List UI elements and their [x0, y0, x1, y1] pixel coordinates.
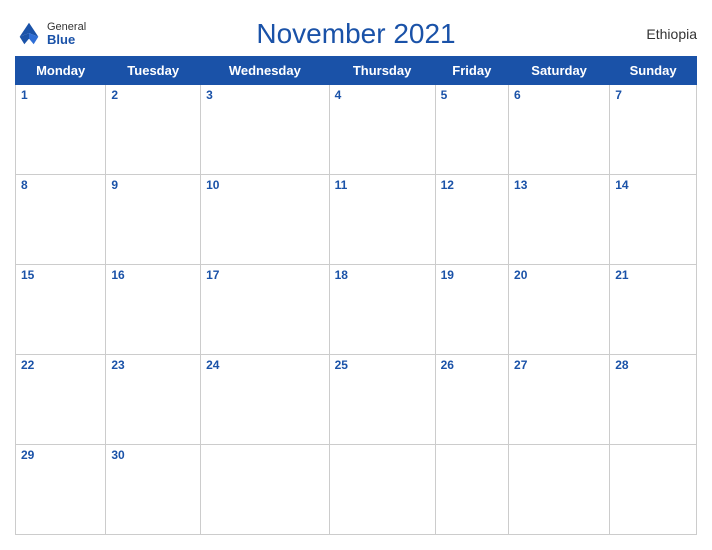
calendar-cell: 23: [106, 355, 201, 445]
day-number: 21: [615, 268, 628, 282]
day-number: 17: [206, 268, 219, 282]
calendar-header: General Blue November 2021 Ethiopia: [15, 10, 697, 56]
month-title: November 2021: [256, 18, 455, 50]
table-row: 8 9 10 11 12 13 14: [16, 175, 697, 265]
calendar-cell: 5: [435, 85, 508, 175]
calendar-cell: 18: [329, 265, 435, 355]
day-number: 25: [335, 358, 348, 372]
day-number: 19: [441, 268, 454, 282]
day-number: 7: [615, 88, 622, 102]
calendar-cell: 25: [329, 355, 435, 445]
day-number: 12: [441, 178, 454, 192]
calendar-cell: [435, 445, 508, 535]
weekday-sunday: Sunday: [610, 57, 697, 85]
table-row: 15 16 17 18 19 20 21: [16, 265, 697, 355]
calendar-cell: 7: [610, 85, 697, 175]
day-number: 13: [514, 178, 527, 192]
day-number: 29: [21, 448, 34, 462]
calendar-body: 1234567891011121314151617181920212223242…: [16, 85, 697, 535]
day-number: 24: [206, 358, 219, 372]
calendar-cell: 9: [106, 175, 201, 265]
day-number: 2: [111, 88, 118, 102]
day-number: 30: [111, 448, 124, 462]
calendar-cell: 11: [329, 175, 435, 265]
calendar-cell: 20: [509, 265, 610, 355]
day-number: 6: [514, 88, 521, 102]
day-number: 14: [615, 178, 628, 192]
day-number: 18: [335, 268, 348, 282]
calendar-cell: 21: [610, 265, 697, 355]
calendar-cell: 29: [16, 445, 106, 535]
calendar-cell: 10: [201, 175, 330, 265]
day-number: 4: [335, 88, 342, 102]
day-number: 26: [441, 358, 454, 372]
calendar-cell: 13: [509, 175, 610, 265]
calendar-cell: 3: [201, 85, 330, 175]
calendar-cell: 4: [329, 85, 435, 175]
calendar-cell: 19: [435, 265, 508, 355]
day-number: 11: [335, 178, 348, 192]
weekday-saturday: Saturday: [509, 57, 610, 85]
table-row: 29 30: [16, 445, 697, 535]
calendar-cell: 8: [16, 175, 106, 265]
country-label: Ethiopia: [646, 26, 697, 42]
weekday-row: Monday Tuesday Wednesday Thursday Friday…: [16, 57, 697, 85]
calendar-cell: 22: [16, 355, 106, 445]
day-number: 23: [111, 358, 124, 372]
logo-blue: Blue: [47, 33, 86, 47]
calendar-cell: 24: [201, 355, 330, 445]
calendar-cell: [201, 445, 330, 535]
calendar-cell: 15: [16, 265, 106, 355]
weekday-tuesday: Tuesday: [106, 57, 201, 85]
day-number: 5: [441, 88, 448, 102]
weekday-friday: Friday: [435, 57, 508, 85]
calendar-cell: 6: [509, 85, 610, 175]
day-number: 20: [514, 268, 527, 282]
weekday-wednesday: Wednesday: [201, 57, 330, 85]
calendar-cell: 27: [509, 355, 610, 445]
logo-bird-icon: [15, 20, 43, 48]
calendar-cell: 2: [106, 85, 201, 175]
day-number: 15: [21, 268, 34, 282]
day-number: 1: [21, 88, 28, 102]
calendar-cell: 28: [610, 355, 697, 445]
day-number: 27: [514, 358, 527, 372]
calendar-cell: [610, 445, 697, 535]
calendar-cell: 30: [106, 445, 201, 535]
calendar-cell: [329, 445, 435, 535]
day-number: 9: [111, 178, 118, 192]
calendar-cell: 12: [435, 175, 508, 265]
calendar-table: Monday Tuesday Wednesday Thursday Friday…: [15, 56, 697, 535]
table-row: 22 23 24 25 26 27 28: [16, 355, 697, 445]
day-number: 28: [615, 358, 628, 372]
weekday-monday: Monday: [16, 57, 106, 85]
calendar-cell: 1: [16, 85, 106, 175]
logo: General Blue: [15, 20, 86, 48]
calendar-cell: 26: [435, 355, 508, 445]
calendar-cell: 14: [610, 175, 697, 265]
logo-text: General Blue: [47, 21, 86, 47]
table-row: 1 2 3 4 5 6 7: [16, 85, 697, 175]
day-number: 22: [21, 358, 34, 372]
day-number: 16: [111, 268, 124, 282]
day-number: 3: [206, 88, 213, 102]
calendar-header-row: Monday Tuesday Wednesday Thursday Friday…: [16, 57, 697, 85]
calendar-cell: 16: [106, 265, 201, 355]
weekday-thursday: Thursday: [329, 57, 435, 85]
day-number: 10: [206, 178, 219, 192]
calendar-cell: 17: [201, 265, 330, 355]
day-number: 8: [21, 178, 28, 192]
calendar-cell: [509, 445, 610, 535]
